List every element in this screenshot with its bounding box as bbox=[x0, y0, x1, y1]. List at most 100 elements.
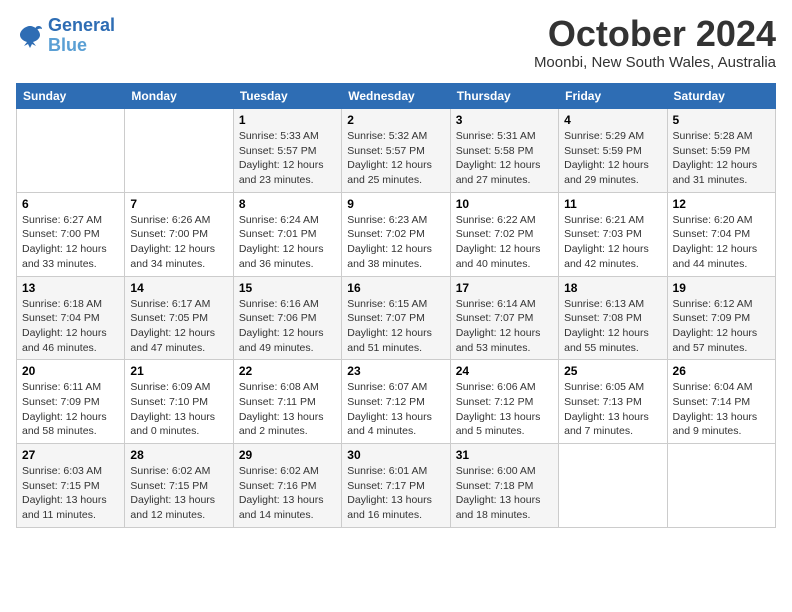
day-number: 18 bbox=[564, 281, 661, 295]
day-detail: Sunrise: 6:04 AMSunset: 7:14 PMDaylight:… bbox=[673, 380, 770, 439]
calendar-cell bbox=[559, 444, 667, 528]
calendar-cell: 16Sunrise: 6:15 AMSunset: 7:07 PMDayligh… bbox=[342, 276, 450, 360]
day-detail: Sunrise: 5:33 AMSunset: 5:57 PMDaylight:… bbox=[239, 129, 336, 188]
col-monday: Monday bbox=[125, 84, 233, 109]
day-number: 28 bbox=[130, 448, 227, 462]
day-number: 12 bbox=[673, 197, 770, 211]
day-number: 29 bbox=[239, 448, 336, 462]
col-tuesday: Tuesday bbox=[233, 84, 341, 109]
day-detail: Sunrise: 6:17 AMSunset: 7:05 PMDaylight:… bbox=[130, 297, 227, 356]
day-detail: Sunrise: 6:22 AMSunset: 7:02 PMDaylight:… bbox=[456, 213, 553, 272]
calendar-cell: 14 Sunrise: 6:17 AMSunset: 7:05 PMDayligh… bbox=[125, 276, 233, 360]
page-header: General Blue October 2024 Moonbi, New So… bbox=[16, 16, 776, 71]
calendar-cell: 5 Sunrise: 5:28 AMSunset: 5:59 PMDaylight… bbox=[667, 109, 775, 193]
calendar-cell bbox=[667, 444, 775, 528]
day-detail: Sunrise: 6:11 AMSunset: 7:09 PMDaylight:… bbox=[22, 380, 119, 439]
day-number: 30 bbox=[347, 448, 444, 462]
day-number: 16 bbox=[347, 281, 444, 295]
calendar-week-1: 1 Sunrise: 5:33 AMSunset: 5:57 PMDaylight… bbox=[17, 109, 776, 193]
day-number: 26 bbox=[673, 364, 770, 378]
day-number: 10 bbox=[456, 197, 553, 211]
day-number: 15 bbox=[239, 281, 336, 295]
calendar-cell: 29Sunrise: 6:02 AMSunset: 7:16 PMDayligh… bbox=[233, 444, 341, 528]
day-number: 14 bbox=[130, 281, 227, 295]
title-block: October 2024 Moonbi, New South Wales, Au… bbox=[534, 16, 776, 71]
day-number: 22 bbox=[239, 364, 336, 378]
day-number: 3 bbox=[456, 113, 553, 127]
calendar-cell: 2Sunrise: 5:32 AMSunset: 5:57 PMDaylight… bbox=[342, 109, 450, 193]
day-number: 1 bbox=[239, 113, 336, 127]
day-number: 23 bbox=[347, 364, 444, 378]
header-row: Sunday Monday Tuesday Wednesday Thursday… bbox=[17, 84, 776, 109]
col-friday: Friday bbox=[559, 84, 667, 109]
calendar-week-2: 6 Sunrise: 6:27 AMSunset: 7:00 PMDaylight… bbox=[17, 192, 776, 276]
day-number: 20 bbox=[22, 364, 119, 378]
calendar-table: Sunday Monday Tuesday Wednesday Thursday… bbox=[16, 83, 776, 528]
day-detail: Sunrise: 6:03 AMSunset: 7:15 PMDaylight:… bbox=[22, 464, 119, 523]
calendar-cell: 6 Sunrise: 6:27 AMSunset: 7:00 PMDaylight… bbox=[17, 192, 125, 276]
calendar-cell: 20 Sunrise: 6:11 AMSunset: 7:09 PMDayligh… bbox=[17, 360, 125, 444]
day-detail: Sunrise: 6:14 AMSunset: 7:07 PMDaylight:… bbox=[456, 297, 553, 356]
calendar-cell: 8Sunrise: 6:24 AMSunset: 7:01 PMDaylight… bbox=[233, 192, 341, 276]
day-number: 2 bbox=[347, 113, 444, 127]
calendar-cell: 9 Sunrise: 6:23 AMSunset: 7:02 PMDaylight… bbox=[342, 192, 450, 276]
calendar-cell: 23Sunrise: 6:07 AMSunset: 7:12 PMDayligh… bbox=[342, 360, 450, 444]
day-number: 21 bbox=[130, 364, 227, 378]
calendar-cell: 17 Sunrise: 6:14 AMSunset: 7:07 PMDayligh… bbox=[450, 276, 558, 360]
calendar-cell: 27Sunrise: 6:03 AMSunset: 7:15 PMDayligh… bbox=[17, 444, 125, 528]
day-detail: Sunrise: 5:29 AMSunset: 5:59 PMDaylight:… bbox=[564, 129, 661, 188]
calendar-cell: 21 Sunrise: 6:09 AMSunset: 7:10 PMDayligh… bbox=[125, 360, 233, 444]
col-thursday: Thursday bbox=[450, 84, 558, 109]
day-number: 13 bbox=[22, 281, 119, 295]
day-detail: Sunrise: 5:31 AMSunset: 5:58 PMDaylight:… bbox=[456, 129, 553, 188]
calendar-cell: 13 Sunrise: 6:18 AMSunset: 7:04 PMDayligh… bbox=[17, 276, 125, 360]
logo-bird-icon bbox=[16, 22, 44, 50]
day-detail: Sunrise: 6:21 AMSunset: 7:03 PMDaylight:… bbox=[564, 213, 661, 272]
day-detail: Sunrise: 6:23 AMSunset: 7:02 PMDaylight:… bbox=[347, 213, 444, 272]
day-number: 9 bbox=[347, 197, 444, 211]
calendar-cell: 31Sunrise: 6:00 AMSunset: 7:18 PMDayligh… bbox=[450, 444, 558, 528]
day-detail: Sunrise: 6:18 AMSunset: 7:04 PMDaylight:… bbox=[22, 297, 119, 356]
calendar-week-5: 27Sunrise: 6:03 AMSunset: 7:15 PMDayligh… bbox=[17, 444, 776, 528]
day-detail: Sunrise: 6:26 AMSunset: 7:00 PMDaylight:… bbox=[130, 213, 227, 272]
day-detail: Sunrise: 6:16 AMSunset: 7:06 PMDaylight:… bbox=[239, 297, 336, 356]
day-number: 19 bbox=[673, 281, 770, 295]
calendar-cell: 12 Sunrise: 6:20 AMSunset: 7:04 PMDayligh… bbox=[667, 192, 775, 276]
month-title: October 2024 bbox=[534, 16, 776, 52]
day-number: 7 bbox=[130, 197, 227, 211]
day-detail: Sunrise: 6:24 AMSunset: 7:01 PMDaylight:… bbox=[239, 213, 336, 272]
calendar-cell: 28 Sunrise: 6:02 AMSunset: 7:15 PMDayligh… bbox=[125, 444, 233, 528]
location-subtitle: Moonbi, New South Wales, Australia bbox=[534, 54, 776, 71]
calendar-cell bbox=[125, 109, 233, 193]
calendar-cell: 18 Sunrise: 6:13 AMSunset: 7:08 PMDayligh… bbox=[559, 276, 667, 360]
day-number: 6 bbox=[22, 197, 119, 211]
day-number: 17 bbox=[456, 281, 553, 295]
calendar-cell: 15 Sunrise: 6:16 AMSunset: 7:06 PMDayligh… bbox=[233, 276, 341, 360]
day-number: 31 bbox=[456, 448, 553, 462]
day-number: 4 bbox=[564, 113, 661, 127]
day-detail: Sunrise: 6:01 AMSunset: 7:17 PMDaylight:… bbox=[347, 464, 444, 523]
calendar-cell: 3 Sunrise: 5:31 AMSunset: 5:58 PMDaylight… bbox=[450, 109, 558, 193]
calendar-cell: 22Sunrise: 6:08 AMSunset: 7:11 PMDayligh… bbox=[233, 360, 341, 444]
calendar-cell: 10 Sunrise: 6:22 AMSunset: 7:02 PMDayligh… bbox=[450, 192, 558, 276]
day-number: 5 bbox=[673, 113, 770, 127]
calendar-cell: 24Sunrise: 6:06 AMSunset: 7:12 PMDayligh… bbox=[450, 360, 558, 444]
day-number: 11 bbox=[564, 197, 661, 211]
logo-text: General Blue bbox=[48, 16, 115, 56]
calendar-cell: 26 Sunrise: 6:04 AMSunset: 7:14 PMDayligh… bbox=[667, 360, 775, 444]
day-detail: Sunrise: 6:09 AMSunset: 7:10 PMDaylight:… bbox=[130, 380, 227, 439]
day-detail: Sunrise: 6:13 AMSunset: 7:08 PMDaylight:… bbox=[564, 297, 661, 356]
day-detail: Sunrise: 6:06 AMSunset: 7:12 PMDaylight:… bbox=[456, 380, 553, 439]
day-number: 25 bbox=[564, 364, 661, 378]
col-wednesday: Wednesday bbox=[342, 84, 450, 109]
day-detail: Sunrise: 6:02 AMSunset: 7:15 PMDaylight:… bbox=[130, 464, 227, 523]
logo: General Blue bbox=[16, 16, 115, 56]
calendar-week-3: 13 Sunrise: 6:18 AMSunset: 7:04 PMDayligh… bbox=[17, 276, 776, 360]
day-detail: Sunrise: 6:12 AMSunset: 7:09 PMDaylight:… bbox=[673, 297, 770, 356]
calendar-cell: 11 Sunrise: 6:21 AMSunset: 7:03 PMDayligh… bbox=[559, 192, 667, 276]
day-detail: Sunrise: 6:27 AMSunset: 7:00 PMDaylight:… bbox=[22, 213, 119, 272]
day-detail: Sunrise: 6:20 AMSunset: 7:04 PMDaylight:… bbox=[673, 213, 770, 272]
calendar-cell: 7 Sunrise: 6:26 AMSunset: 7:00 PMDaylight… bbox=[125, 192, 233, 276]
day-detail: Sunrise: 5:28 AMSunset: 5:59 PMDaylight:… bbox=[673, 129, 770, 188]
calendar-cell: 1 Sunrise: 5:33 AMSunset: 5:57 PMDaylight… bbox=[233, 109, 341, 193]
